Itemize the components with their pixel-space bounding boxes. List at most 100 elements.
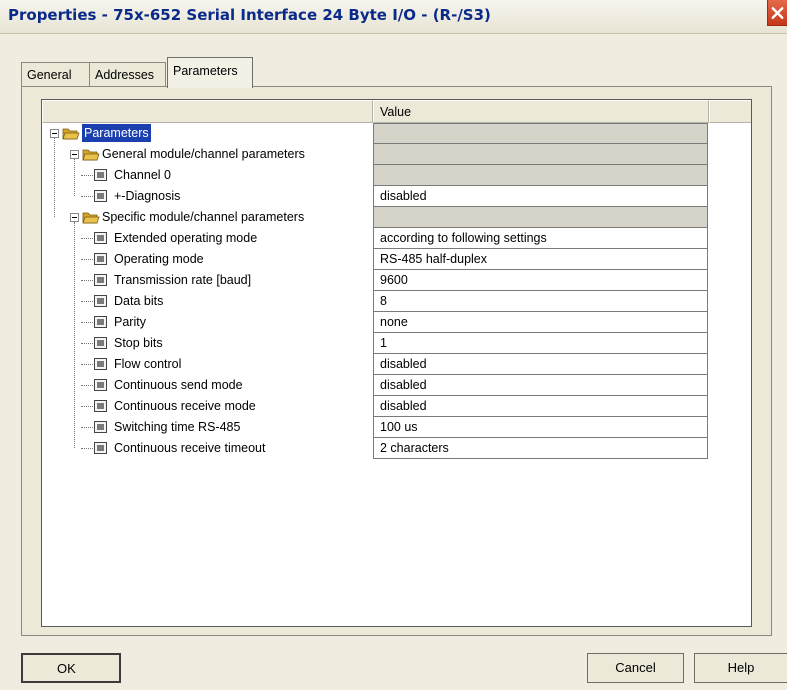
parameter-label: Extended operating mode xyxy=(114,231,258,245)
parameter-name-cell[interactable]: Flow control xyxy=(42,354,373,375)
tab-addresses-label: Addresses xyxy=(95,68,155,82)
ok-button[interactable]: OK xyxy=(21,653,121,683)
tab-addresses[interactable]: Addresses xyxy=(89,62,166,87)
parameter-value-cell[interactable]: 9600 xyxy=(373,270,708,291)
window-title: Properties - 75x-652 Serial Interface 24… xyxy=(8,6,491,24)
title-bar[interactable]: Properties - 75x-652 Serial Interface 24… xyxy=(0,0,787,34)
parameter-icon xyxy=(94,442,107,454)
tree-row[interactable]: Channel 0 xyxy=(42,165,751,186)
tree-row[interactable]: Extended operating mode according to foll… xyxy=(42,228,751,249)
parameter-value-cell[interactable] xyxy=(373,207,708,228)
parameter-name-cell[interactable]: Transmission rate [baud] xyxy=(42,270,373,291)
parameter-name-cell[interactable]: Extended operating mode xyxy=(42,228,373,249)
parameter-value-cell[interactable]: RS-485 half-duplex xyxy=(373,249,708,270)
collapse-toggle-icon[interactable] xyxy=(70,150,79,159)
tree-row[interactable]: Flow control disabled xyxy=(42,354,751,375)
parameter-value-cell[interactable]: 1 xyxy=(373,333,708,354)
parameter-label: +-Diagnosis xyxy=(114,189,181,203)
parameter-value-cell[interactable]: 2 characters xyxy=(373,438,708,459)
parameter-value-cell[interactable]: disabled xyxy=(373,375,708,396)
tree-row[interactable]: +-Diagnosis disabled xyxy=(42,186,751,207)
parameter-icon xyxy=(94,274,107,286)
parameter-icon xyxy=(94,421,107,433)
parameter-value-cell[interactable]: according to following settings xyxy=(373,228,708,249)
parameter-label: Channel 0 xyxy=(114,168,171,182)
collapse-toggle-icon[interactable] xyxy=(70,213,79,222)
tab-parameters[interactable]: Parameters xyxy=(167,57,253,88)
parameter-name-cell[interactable]: Parity xyxy=(42,312,373,333)
parameter-value-cell[interactable]: disabled xyxy=(373,354,708,375)
parameter-name-cell[interactable]: Parameters xyxy=(42,123,373,144)
parameters-grid: Value Parameters General module/channel p… xyxy=(41,99,752,627)
grid-header: Value xyxy=(42,100,751,123)
parameter-value-cell[interactable]: 100 us xyxy=(373,417,708,438)
parameter-name-cell[interactable]: Channel 0 xyxy=(42,165,373,186)
parameter-value-cell[interactable] xyxy=(373,165,708,186)
parameter-label: Transmission rate [baud] xyxy=(114,273,252,287)
parameter-name-cell[interactable]: Stop bits xyxy=(42,333,373,354)
close-button[interactable] xyxy=(767,0,787,26)
cancel-button[interactable]: Cancel xyxy=(587,653,684,683)
parameter-label: Operating mode xyxy=(114,252,204,266)
tree-row[interactable]: Stop bits 1 xyxy=(42,333,751,354)
parameter-value-cell[interactable]: 8 xyxy=(373,291,708,312)
tree-row[interactable]: Specific module/channel parameters xyxy=(42,207,751,228)
grid-rows: Parameters General module/channel paramet… xyxy=(42,123,751,459)
parameter-label: Data bits xyxy=(114,294,164,308)
parameter-name-cell[interactable]: Specific module/channel parameters xyxy=(42,207,373,228)
parameter-icon xyxy=(94,253,107,265)
parameter-value-cell[interactable]: disabled xyxy=(373,396,708,417)
parameter-icon xyxy=(94,379,107,391)
tree-row[interactable]: Data bits 8 xyxy=(42,291,751,312)
parameter-label: Stop bits xyxy=(114,336,163,350)
parameter-label: Parity xyxy=(114,315,146,329)
parameter-name-cell[interactable]: General module/channel parameters xyxy=(42,144,373,165)
parameter-name-cell[interactable]: Continuous send mode xyxy=(42,375,373,396)
parameters-panel: Value Parameters General module/channel p… xyxy=(21,86,772,636)
column-header-value[interactable]: Value xyxy=(373,100,709,123)
open-folder-icon xyxy=(82,212,100,224)
tab-general[interactable]: General xyxy=(21,62,90,87)
parameter-value-cell[interactable] xyxy=(373,144,708,165)
column-header-name[interactable] xyxy=(42,100,373,123)
parameter-icon xyxy=(94,337,107,349)
tree-row[interactable]: Continuous receive timeout 2 characters xyxy=(42,438,751,459)
column-header-filler xyxy=(709,100,751,123)
parameter-name-cell[interactable]: Data bits xyxy=(42,291,373,312)
parameter-name-cell[interactable]: Switching time RS-485 xyxy=(42,417,373,438)
parameter-value-cell[interactable]: none xyxy=(373,312,708,333)
collapse-toggle-icon[interactable] xyxy=(50,129,59,138)
tree-row[interactable]: Operating mode RS-485 half-duplex xyxy=(42,249,751,270)
tree-row[interactable]: Continuous receive mode disabled xyxy=(42,396,751,417)
parameter-icon xyxy=(94,358,107,370)
parameter-label: Continuous receive timeout xyxy=(114,441,266,455)
tab-parameters-label: Parameters xyxy=(173,64,238,78)
tree-row[interactable]: Parity none xyxy=(42,312,751,333)
tree-row[interactable]: General module/channel parameters xyxy=(42,144,751,165)
parameter-icon xyxy=(94,400,107,412)
folder-label: Specific module/channel parameters xyxy=(102,210,305,224)
parameter-value-cell[interactable]: disabled xyxy=(373,186,708,207)
help-button[interactable]: Help xyxy=(694,653,787,683)
tree-row[interactable]: Switching time RS-485 100 us xyxy=(42,417,751,438)
parameter-icon xyxy=(94,190,107,202)
close-icon xyxy=(771,6,784,19)
tree-row[interactable]: Continuous send mode disabled xyxy=(42,375,751,396)
tree-row[interactable]: Parameters xyxy=(42,123,751,144)
parameter-name-cell[interactable]: +-Diagnosis xyxy=(42,186,373,207)
tab-general-label: General xyxy=(27,68,72,82)
parameter-icon xyxy=(94,316,107,328)
folder-label: General module/channel parameters xyxy=(102,147,305,161)
open-folder-icon xyxy=(82,149,100,161)
open-folder-icon xyxy=(62,128,80,140)
parameter-label: Continuous receive mode xyxy=(114,399,256,413)
parameter-name-cell[interactable]: Operating mode xyxy=(42,249,373,270)
parameter-name-cell[interactable]: Continuous receive timeout xyxy=(42,438,373,459)
parameter-label: Continuous send mode xyxy=(114,378,243,392)
tree-row[interactable]: Transmission rate [baud] 9600 xyxy=(42,270,751,291)
parameter-label: Flow control xyxy=(114,357,182,371)
parameter-icon xyxy=(94,169,107,181)
parameter-value-cell[interactable] xyxy=(373,123,708,144)
parameter-name-cell[interactable]: Continuous receive mode xyxy=(42,396,373,417)
parameter-icon xyxy=(94,232,107,244)
